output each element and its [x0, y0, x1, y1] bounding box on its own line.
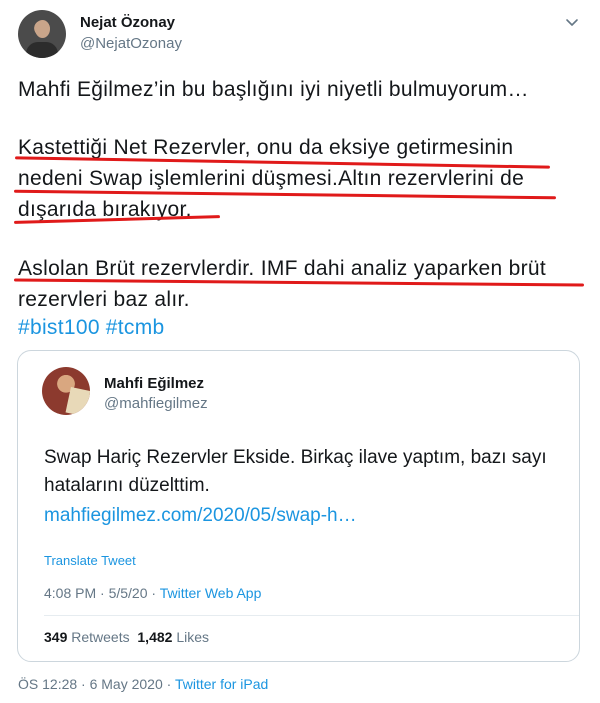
tweet-text-line: Aslolan Brüt rezervlerdir. IMF dahi anal… [18, 257, 547, 280]
chevron-down-icon[interactable] [564, 14, 580, 30]
quoted-avatar[interactable] [42, 367, 90, 415]
hashtag-list: #bist100 #tcmb [18, 316, 170, 340]
likes-count[interactable]: 1,482 [137, 629, 172, 645]
retweets-label[interactable]: Retweets [71, 629, 129, 645]
avatar[interactable] [18, 10, 66, 58]
tweet-text-line: Mahfi Eğilmez’in bu başlığını iyi niyetl… [18, 78, 529, 101]
quoted-timestamp: 4:08 PM · 5/5/20 · Twitter Web App [44, 585, 261, 601]
quoted-text-line: Swap Hariç Rezervler Ekside. Birkaç ilav… [44, 447, 547, 468]
hashtag-link[interactable]: #tcmb [106, 316, 165, 339]
quoted-time[interactable]: 4:08 PM · 5/5/20 · [44, 585, 160, 601]
quoted-author-handle[interactable]: @mahfiegilmez [104, 395, 208, 412]
tweet-text-line: Kastettiği Net Rezervler, onu da eksiye … [18, 136, 514, 159]
retweets-count[interactable]: 349 [44, 629, 67, 645]
quoted-stats: 349 Retweets 1,482 Likes [44, 629, 209, 645]
quoted-author-name[interactable]: Mahfi Eğilmez [104, 375, 204, 392]
author-handle[interactable]: @NejatOzonay [80, 35, 182, 52]
tweet-timestamp: ÖS 12:28 · 6 May 2020 · Twitter for iPad [18, 676, 268, 692]
tweet-text-line: nedeni Swap işlemlerini düşmesi.Altın re… [18, 167, 525, 190]
tweet-card: Nejat Özonay @NejatOzonay Mahfi Eğilmez’… [0, 0, 600, 703]
quoted-link[interactable]: mahfiegilmez.com/2020/05/swap-h… [44, 505, 357, 527]
book-icon [65, 386, 90, 415]
tweet-source-link[interactable]: Twitter for iPad [175, 676, 268, 692]
quoted-text-line: hatalarını düzelttim. [44, 475, 210, 496]
tweet-text-line: rezervleri baz alır. [18, 288, 190, 311]
translate-tweet-link[interactable]: Translate Tweet [44, 553, 136, 568]
divider [44, 615, 579, 616]
author-name[interactable]: Nejat Özonay [80, 14, 175, 31]
hashtag-link[interactable]: #bist100 [18, 316, 100, 339]
likes-label[interactable]: Likes [176, 629, 209, 645]
quoted-tweet[interactable]: Mahfi Eğilmez @mahfiegilmez Swap Hariç R… [17, 350, 580, 662]
tweet-time[interactable]: ÖS 12:28 · 6 May 2020 · [18, 676, 175, 692]
avatar-shirt [26, 42, 58, 58]
quoted-source-link[interactable]: Twitter Web App [160, 585, 262, 601]
avatar-face [35, 20, 50, 38]
